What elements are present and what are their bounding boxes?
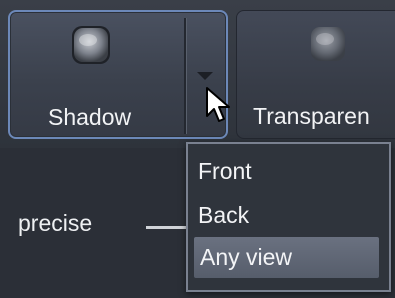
chevron-down-icon[interactable] <box>197 72 213 80</box>
render-toolbar: Shadow Transparen <box>0 0 395 148</box>
menu-item-front[interactable]: Front <box>198 158 252 185</box>
mouse-pointer-icon <box>206 87 230 122</box>
shadow-dropdown-menu: Front Back Any view <box>186 142 391 292</box>
quality-label: precise <box>18 210 93 236</box>
cube-icon <box>311 27 345 61</box>
cube-icon <box>72 26 110 64</box>
menu-item-back[interactable]: Back <box>198 202 249 229</box>
shadow-button-label: Shadow <box>48 104 132 130</box>
split-divider <box>184 18 186 134</box>
shadow-split-button[interactable]: Shadow <box>8 10 228 139</box>
transparency-button[interactable]: Transparen <box>236 10 395 139</box>
transparency-button-label: Transparen <box>253 103 370 129</box>
menu-item-any-view[interactable]: Any view <box>194 237 379 278</box>
